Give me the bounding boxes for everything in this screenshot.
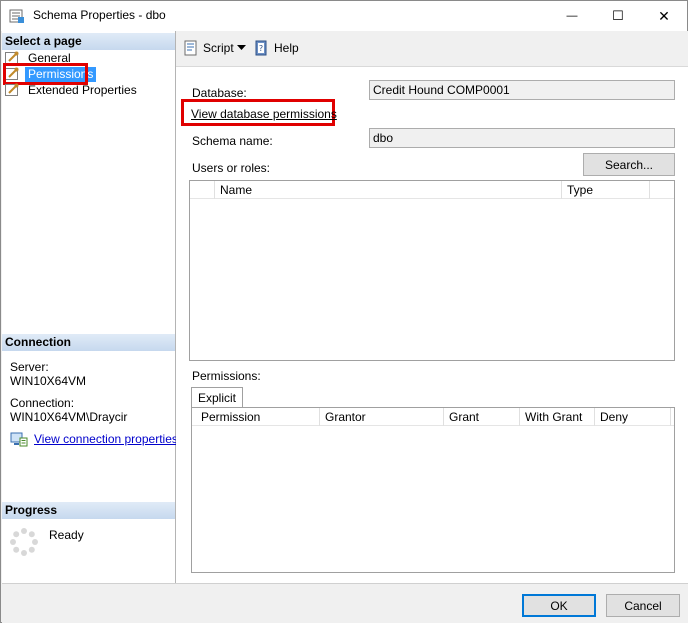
permissions-label: Permissions: xyxy=(192,369,261,383)
script-button[interactable]: Script xyxy=(183,39,234,57)
permissions-grid-col-grantor[interactable]: Grantor xyxy=(320,408,444,426)
help-button[interactable]: ? Help xyxy=(254,39,299,57)
properties-window-icon xyxy=(9,9,24,23)
schema-name-field: dbo xyxy=(369,128,675,148)
connection-label: Connection: xyxy=(10,396,75,410)
connection-properties-icon xyxy=(10,432,28,447)
script-label: Script xyxy=(203,41,234,55)
view-connection-properties-link[interactable]: View connection properties xyxy=(34,432,178,446)
tab-explicit[interactable]: Explicit xyxy=(191,387,244,408)
users-or-roles-label: Users or roles: xyxy=(192,161,271,175)
permissions-grid-col-with-grant[interactable]: With Grant xyxy=(520,408,595,426)
toolbar: Script ? Help xyxy=(176,31,688,63)
users-grid-row-header xyxy=(190,181,215,199)
dialog-footer: OK Cancel xyxy=(2,583,688,623)
users-grid-col-type[interactable]: Type xyxy=(562,181,650,199)
permissions-grid-header: Permission Grantor Grant With Grant Deny xyxy=(192,408,674,426)
server-value: WIN10X64VM xyxy=(10,374,87,388)
help-book-icon: ? xyxy=(255,40,267,56)
left-pane: Select a page General Permissions Extend… xyxy=(2,31,178,583)
progress-header: Progress xyxy=(2,502,175,519)
title-bar: Schema Properties - dbo — ☐ ✕ xyxy=(1,1,687,31)
database-label: Database: xyxy=(192,86,247,100)
ok-button[interactable]: OK xyxy=(522,594,596,617)
svg-text:?: ? xyxy=(259,44,263,53)
permissions-content: Database: Credit Hound COMP0001 View dat… xyxy=(176,66,688,583)
view-connection-properties[interactable]: View connection properties xyxy=(10,431,178,447)
wrench-page-icon xyxy=(5,83,19,96)
permissions-grid-col-deny[interactable]: Deny xyxy=(595,408,671,426)
window-title: Schema Properties - dbo xyxy=(33,8,166,22)
close-icon: ✕ xyxy=(658,7,670,24)
cancel-button[interactable]: Cancel xyxy=(606,594,680,617)
permissions-grid-col-grant[interactable]: Grant xyxy=(444,408,520,426)
progress-status: Ready xyxy=(49,528,84,542)
minimize-icon: — xyxy=(566,10,578,22)
help-label: Help xyxy=(274,41,299,55)
users-roles-grid[interactable]: Name Type xyxy=(189,180,675,361)
close-button[interactable]: ✕ xyxy=(641,1,687,31)
permissions-grid-col-permission[interactable]: Permission xyxy=(196,408,320,426)
page-item-label: Extended Properties xyxy=(28,82,137,97)
select-page-header: Select a page xyxy=(2,33,175,50)
users-grid-header: Name Type xyxy=(190,181,674,199)
progress-spinner-icon xyxy=(10,528,38,556)
connection-value: WIN10X64VM\Draycir xyxy=(10,410,128,424)
page-item-extended-properties[interactable]: Extended Properties xyxy=(5,82,140,98)
connection-header: Connection xyxy=(2,334,175,351)
search-button[interactable]: Search... xyxy=(583,153,675,176)
database-field: Credit Hound COMP0001 xyxy=(369,80,675,100)
users-grid-col-name[interactable]: Name xyxy=(215,181,562,199)
schema-properties-window: Schema Properties - dbo — ☐ ✕ Select a p… xyxy=(0,0,688,623)
script-icon xyxy=(184,40,197,56)
permissions-grid[interactable]: Permission Grantor Grant With Grant Deny xyxy=(191,407,675,573)
right-pane: Script ? Help Database: Credit Hound COM… xyxy=(176,31,688,583)
view-database-permissions-link[interactable]: View database permissions xyxy=(191,107,337,121)
chevron-down-icon xyxy=(237,45,246,50)
server-label: Server: xyxy=(10,360,49,374)
minimize-button[interactable]: — xyxy=(549,1,595,31)
schema-name-label: Schema name: xyxy=(192,134,273,148)
script-dropdown[interactable] xyxy=(237,43,246,53)
maximize-button[interactable]: ☐ xyxy=(595,1,641,31)
maximize-icon: ☐ xyxy=(612,8,624,23)
